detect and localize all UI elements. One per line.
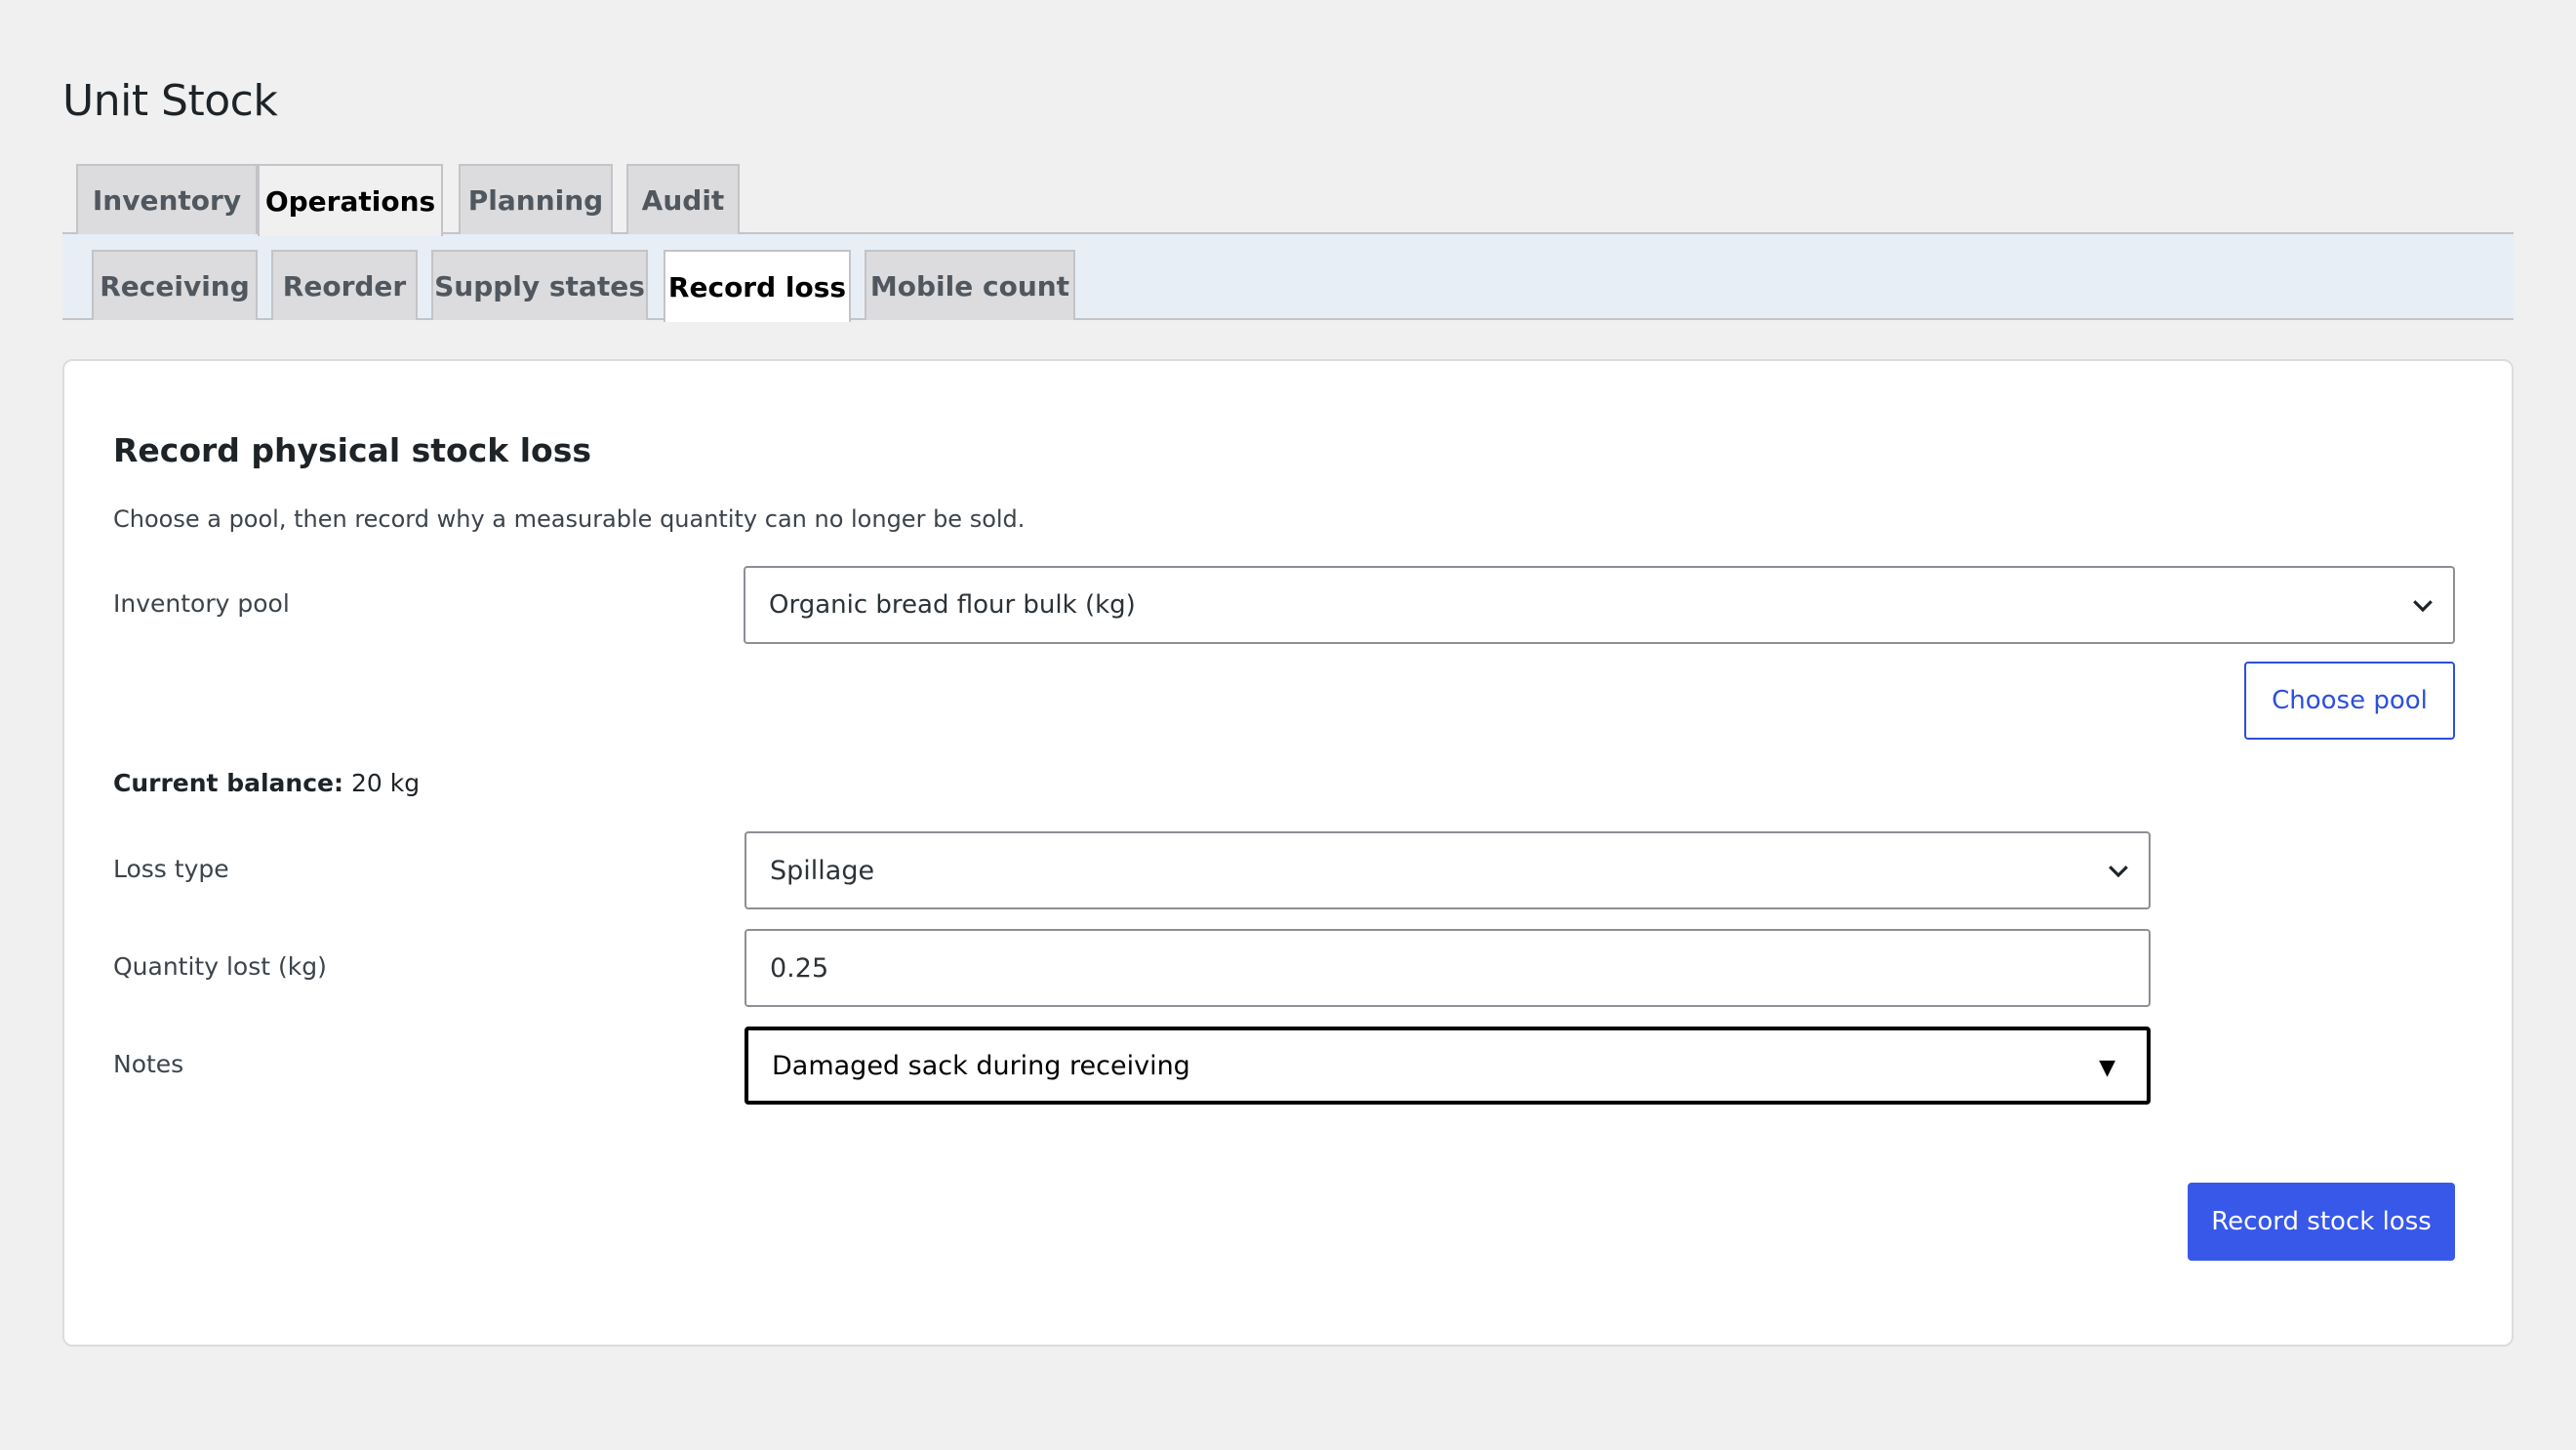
inventory-pool-label: Inventory pool (113, 589, 290, 618)
quantity-lost-label: Quantity lost (kg) (113, 952, 327, 981)
choose-pool-button[interactable]: Choose pool (2244, 662, 2455, 740)
chevron-down-icon (2413, 600, 2433, 613)
tab-operations[interactable]: Operations (258, 164, 443, 236)
chevron-down-icon (2109, 866, 2128, 878)
loss-type-label: Loss type (113, 855, 229, 883)
record-loss-panel: Record physical stock loss Choose a pool… (62, 359, 2514, 1347)
loss-type-value: Spillage (770, 855, 875, 886)
record-stock-loss-button[interactable]: Record stock loss (2188, 1183, 2455, 1261)
subtab-receiving[interactable]: Receiving (92, 250, 258, 320)
panel-title: Record physical stock loss (113, 431, 591, 469)
subtab-mobile-count[interactable]: Mobile count (865, 250, 1075, 320)
current-balance: Current balance: 20 kg (113, 769, 420, 797)
tab-planning[interactable]: Planning (459, 164, 613, 234)
tab-inventory[interactable]: Inventory (76, 164, 258, 234)
tab-audit[interactable]: Audit (626, 164, 740, 234)
loss-type-select[interactable]: Spillage (745, 831, 2151, 909)
triangle-down-icon: ▼ (2099, 1056, 2115, 1080)
notes-value: Damaged sack during receiving (772, 1050, 1190, 1081)
primary-tab-bar: Inventory Operations Planning Audit (62, 164, 2514, 236)
subtab-supply-states[interactable]: Supply states (431, 250, 648, 320)
panel-description: Choose a pool, then record why a measura… (113, 505, 1026, 533)
subtab-record-loss[interactable]: Record loss (664, 250, 851, 322)
notes-label: Notes (113, 1050, 184, 1078)
subtab-reorder[interactable]: Reorder (271, 250, 418, 320)
current-balance-label: Current balance: (113, 769, 343, 797)
notes-select[interactable]: Damaged sack during receiving ▼ (745, 1027, 2151, 1105)
quantity-lost-input[interactable]: 0.25 (745, 929, 2151, 1007)
inventory-pool-select[interactable]: Organic bread flour bulk (kg) (744, 566, 2455, 644)
secondary-tab-bar: Receiving Reorder Supply states Record l… (62, 234, 2514, 322)
inventory-pool-value: Organic bread flour bulk (kg) (769, 590, 1136, 620)
page-title: Unit Stock (62, 76, 278, 126)
quantity-lost-value: 0.25 (770, 952, 829, 984)
current-balance-value: 20 kg (350, 769, 421, 797)
